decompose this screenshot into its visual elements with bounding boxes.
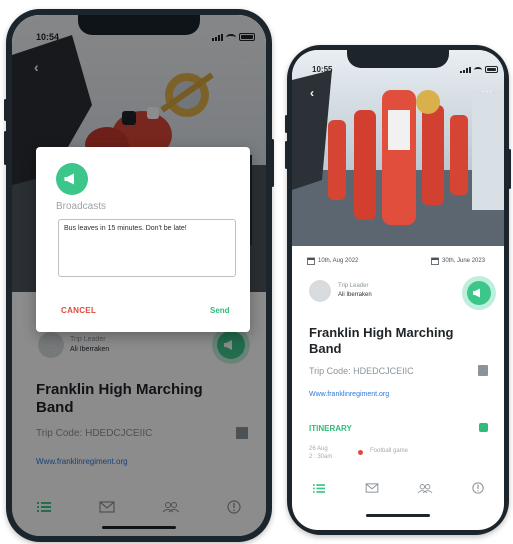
itinerary-date-day: 26 Aug — [309, 446, 328, 452]
status-time: 10:55 — [312, 65, 333, 74]
broadcast-message-input[interactable]: Bus leaves in 15 minutes. Don't be late! — [58, 219, 236, 277]
volume-button — [285, 115, 288, 133]
broadcast-fab[interactable] — [462, 276, 496, 310]
notch — [347, 50, 449, 68]
wifi-icon — [474, 66, 482, 73]
send-button[interactable]: Send — [210, 306, 230, 315]
dialog-title: Broadcasts — [56, 201, 107, 212]
tab-info[interactable] — [468, 481, 488, 495]
megaphone-icon — [473, 288, 480, 298]
event-dot — [358, 450, 363, 455]
signal-icon — [460, 66, 471, 73]
home-indicator — [366, 514, 430, 517]
tab-bar — [292, 478, 504, 498]
status-icons — [460, 66, 498, 73]
power-button — [508, 149, 511, 189]
info-icon — [471, 482, 484, 494]
start-date-text: 10th, Aug 2022 — [318, 258, 359, 264]
dialog-icon — [56, 163, 88, 195]
volume-button — [285, 141, 288, 169]
back-chevron-icon[interactable]: ‹ — [310, 86, 314, 100]
battery-icon — [485, 66, 498, 73]
end-date-text: 30th, June 2023 — [442, 258, 486, 264]
screen: 10:54 ‹ ··· ... Trip Leader Ali Iberrake… — [12, 15, 266, 536]
calendar-icon — [431, 257, 439, 265]
itinerary-heading: ITINERARY — [309, 424, 352, 433]
power-button — [271, 139, 274, 187]
leader-name: Ali Iberraken — [338, 292, 372, 298]
tab-itinerary[interactable] — [309, 481, 329, 495]
phone-left: 10:54 ‹ ··· ... Trip Leader Ali Iberrake… — [4, 9, 274, 542]
tab-messages[interactable] — [362, 481, 382, 495]
leader-role: Trip Leader — [338, 283, 369, 289]
list-icon — [312, 483, 325, 493]
volume-button — [4, 131, 7, 165]
megaphone-fab-inner — [467, 281, 491, 305]
trip-title: Franklin High Marching Band — [309, 325, 454, 356]
broadcast-dialog: Broadcasts Bus leaves in 15 minutes. Don… — [36, 147, 250, 332]
end-date: 30th, June 2023 — [431, 257, 485, 265]
volume-button — [4, 99, 7, 121]
start-date: 10th, Aug 2022 — [307, 257, 358, 265]
phone-right: 10:55 ‹ ··· 10th, Aug 2022 30th, June 20… — [285, 45, 511, 535]
screen: 10:55 ‹ ··· 10th, Aug 2022 30th, June 20… — [292, 50, 504, 530]
itinerary-date: 26 Aug 2 : 30am — [309, 446, 332, 462]
more-icon[interactable]: ··· — [482, 87, 493, 96]
trip-link[interactable]: Www.franklinregiment.org — [309, 391, 389, 398]
itinerary-event[interactable]: Football game — [370, 448, 408, 454]
tab-people[interactable] — [415, 481, 435, 495]
checkbox-icon[interactable] — [479, 423, 488, 432]
share-icon[interactable] — [478, 365, 488, 376]
trip-code: Trip Code: HDEDCJCEIIC — [309, 366, 414, 376]
avatar — [309, 280, 331, 302]
megaphone-icon — [64, 173, 74, 185]
cancel-button[interactable]: CANCEL — [61, 306, 96, 315]
people-icon — [417, 483, 432, 493]
hero-image — [292, 50, 504, 246]
calendar-icon — [307, 257, 315, 265]
itinerary-date-time: 2 : 30am — [309, 453, 333, 460]
mail-icon — [365, 483, 378, 493]
